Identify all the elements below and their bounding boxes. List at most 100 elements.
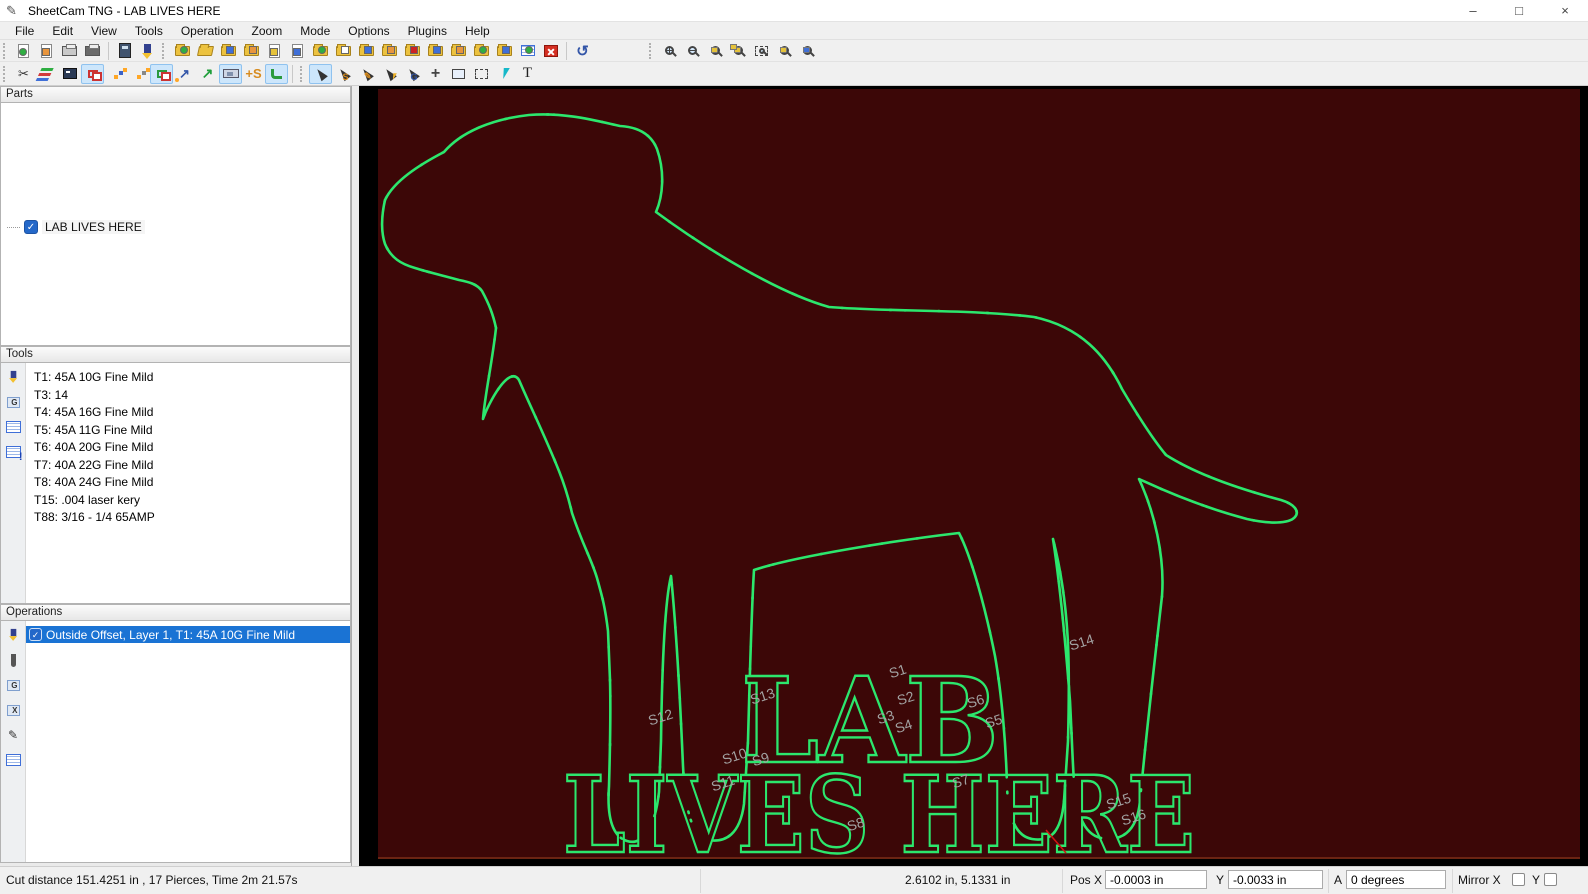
new-job-button[interactable] (171, 41, 194, 61)
tool-gcode-button[interactable]: G (5, 394, 22, 410)
move-part-button[interactable]: + (424, 64, 447, 84)
part-label[interactable]: LAB LIVES HERE (42, 220, 145, 234)
select-mode-button[interactable] (309, 63, 332, 84)
nest-parts-button[interactable]: ✂ (12, 64, 35, 84)
save-part-button[interactable] (286, 41, 309, 61)
pan-view-button[interactable] (447, 64, 470, 84)
torch-setup-button[interactable] (136, 41, 159, 61)
undo-button[interactable]: ↺ (571, 41, 594, 61)
tool-item[interactable]: T4: 45A 16G Fine Mild (34, 404, 155, 422)
menu-edit[interactable]: Edit (43, 24, 82, 38)
menu-help[interactable]: Help (456, 24, 499, 38)
zoom-in-button[interactable] (658, 41, 681, 61)
add-part-button[interactable] (309, 41, 332, 61)
tool-table-button[interactable] (5, 419, 22, 435)
move-origin-button[interactable]: ↗ (173, 64, 196, 84)
drawing-canvas[interactable]: LAB LIVES HERE S1 S2 S3 S4 S5 S6 S7 S8 S9 S10 S11 S… (352, 86, 1588, 866)
tool-item[interactable]: T3: 14 (34, 387, 155, 405)
show-cut-paths-button[interactable] (81, 63, 104, 84)
save-job-button[interactable] (217, 41, 240, 61)
operation-table-button[interactable] (5, 752, 22, 768)
refresh-job-button[interactable] (516, 41, 539, 61)
zoom-all-parts-button[interactable] (727, 41, 750, 61)
post-console-button[interactable] (58, 64, 81, 84)
part-tree-item[interactable]: ✓ LAB LIVES HERE (1, 103, 145, 345)
toolbar-grip[interactable] (3, 42, 8, 59)
part-options-button[interactable] (378, 41, 401, 61)
tool-item[interactable]: T7: 40A 22G Fine Mild (34, 457, 155, 475)
toolbar-grip[interactable] (3, 65, 8, 82)
operation-checkbox[interactable]: ✓ (29, 628, 42, 641)
menu-tools[interactable]: Tools (126, 24, 172, 38)
measure-button[interactable]: ↗ (196, 64, 219, 84)
menu-plugins[interactable]: Plugins (399, 24, 456, 38)
drill-operation-button[interactable] (5, 652, 22, 668)
contour-corner-button[interactable] (265, 63, 288, 84)
save-part-as-button[interactable] (355, 41, 378, 61)
tool-item[interactable]: T8: 40A 24G Fine Mild (34, 474, 155, 492)
add-snap-button[interactable]: +S (242, 64, 265, 84)
part-checkbox[interactable]: ✓ (24, 220, 38, 234)
toolbar-grip[interactable] (649, 42, 654, 59)
select-contour-button[interactable]: G (401, 64, 424, 84)
toolbar-grip[interactable] (162, 42, 167, 59)
tool-item[interactable]: T88: 3/16 - 1/4 65AMP (34, 509, 155, 527)
zoom-out-button[interactable] (681, 41, 704, 61)
menu-options[interactable]: Options (339, 24, 398, 38)
reload-part-button[interactable] (470, 41, 493, 61)
operation-gcode-button[interactable]: G (5, 677, 22, 693)
insert-text-button[interactable]: T (516, 64, 539, 84)
print-setup-button[interactable] (81, 41, 104, 61)
mirror-x-checkbox[interactable] (1512, 873, 1525, 886)
close-button[interactable]: × (1542, 0, 1588, 21)
print-button[interactable] (58, 41, 81, 61)
simulate-button[interactable] (493, 64, 516, 84)
edit-path-nodes-button[interactable] (104, 64, 127, 84)
new-tool-button[interactable] (5, 369, 22, 385)
show-layers-button[interactable] (35, 64, 58, 84)
edit-path-smooth-button[interactable] (127, 64, 150, 84)
show-machine-button[interactable] (219, 63, 242, 84)
menu-view[interactable]: View (82, 24, 126, 38)
menu-file[interactable]: File (6, 24, 43, 38)
menu-mode[interactable]: Mode (291, 24, 339, 38)
menu-operation[interactable]: Operation (172, 24, 243, 38)
angle-input[interactable]: 0 degrees (1346, 870, 1446, 889)
edit-part-button[interactable] (447, 41, 470, 61)
delete-operation-button[interactable]: X (5, 702, 22, 718)
zoom-machine-button[interactable] (796, 41, 819, 61)
tool-item[interactable]: T5: 45A 11G Fine Mild (34, 422, 155, 440)
restore-button[interactable]: □ (1496, 0, 1542, 21)
operation-item-selected[interactable]: ✓ Outside Offset, Layer 1, T1: 45A 10G F… (26, 626, 350, 643)
tool-table-warn-button[interactable]: ! (5, 444, 23, 463)
open-job-button[interactable] (194, 41, 217, 61)
run-post-processor-button[interactable] (12, 41, 35, 61)
mirror-y-checkbox[interactable] (1544, 873, 1557, 886)
copy-part-button[interactable] (424, 41, 447, 61)
pos-y-input[interactable]: -0.0033 in (1228, 870, 1323, 889)
job-options-button[interactable] (240, 41, 263, 61)
menu-zoom[interactable]: Zoom (243, 24, 292, 38)
tool-item[interactable]: T6: 40A 20G Fine Mild (34, 439, 155, 457)
show-contours-button[interactable] (150, 63, 173, 84)
save-all-button[interactable] (493, 41, 516, 61)
zoom-window-button[interactable] (773, 41, 796, 61)
quick-cut-button[interactable] (378, 64, 401, 84)
paste-part-button[interactable] (401, 41, 424, 61)
edit-post-processor-button[interactable] (35, 41, 58, 61)
pos-x-input[interactable]: -0.0003 in (1105, 870, 1207, 889)
new-operation-button[interactable] (5, 627, 22, 643)
tool-item[interactable]: T1: 45A 10G Fine Mild (34, 369, 155, 387)
zoom-extents-button[interactable] (750, 41, 773, 61)
edit-points-button[interactable]: ✎ (355, 64, 378, 84)
open-part-button[interactable] (332, 41, 355, 61)
toolbar-grip[interactable] (300, 65, 305, 82)
tool-item[interactable]: T15: .004 laser kery (34, 492, 155, 510)
import-part-button[interactable] (263, 41, 286, 61)
calculator-button[interactable] (113, 41, 136, 61)
minimize-button[interactable]: – (1450, 0, 1496, 21)
zoom-box-button[interactable] (470, 64, 493, 84)
select-part-button[interactable]: S (332, 64, 355, 84)
edit-operation-button[interactable]: ✎ (5, 727, 22, 743)
zoom-part-button[interactable] (704, 41, 727, 61)
